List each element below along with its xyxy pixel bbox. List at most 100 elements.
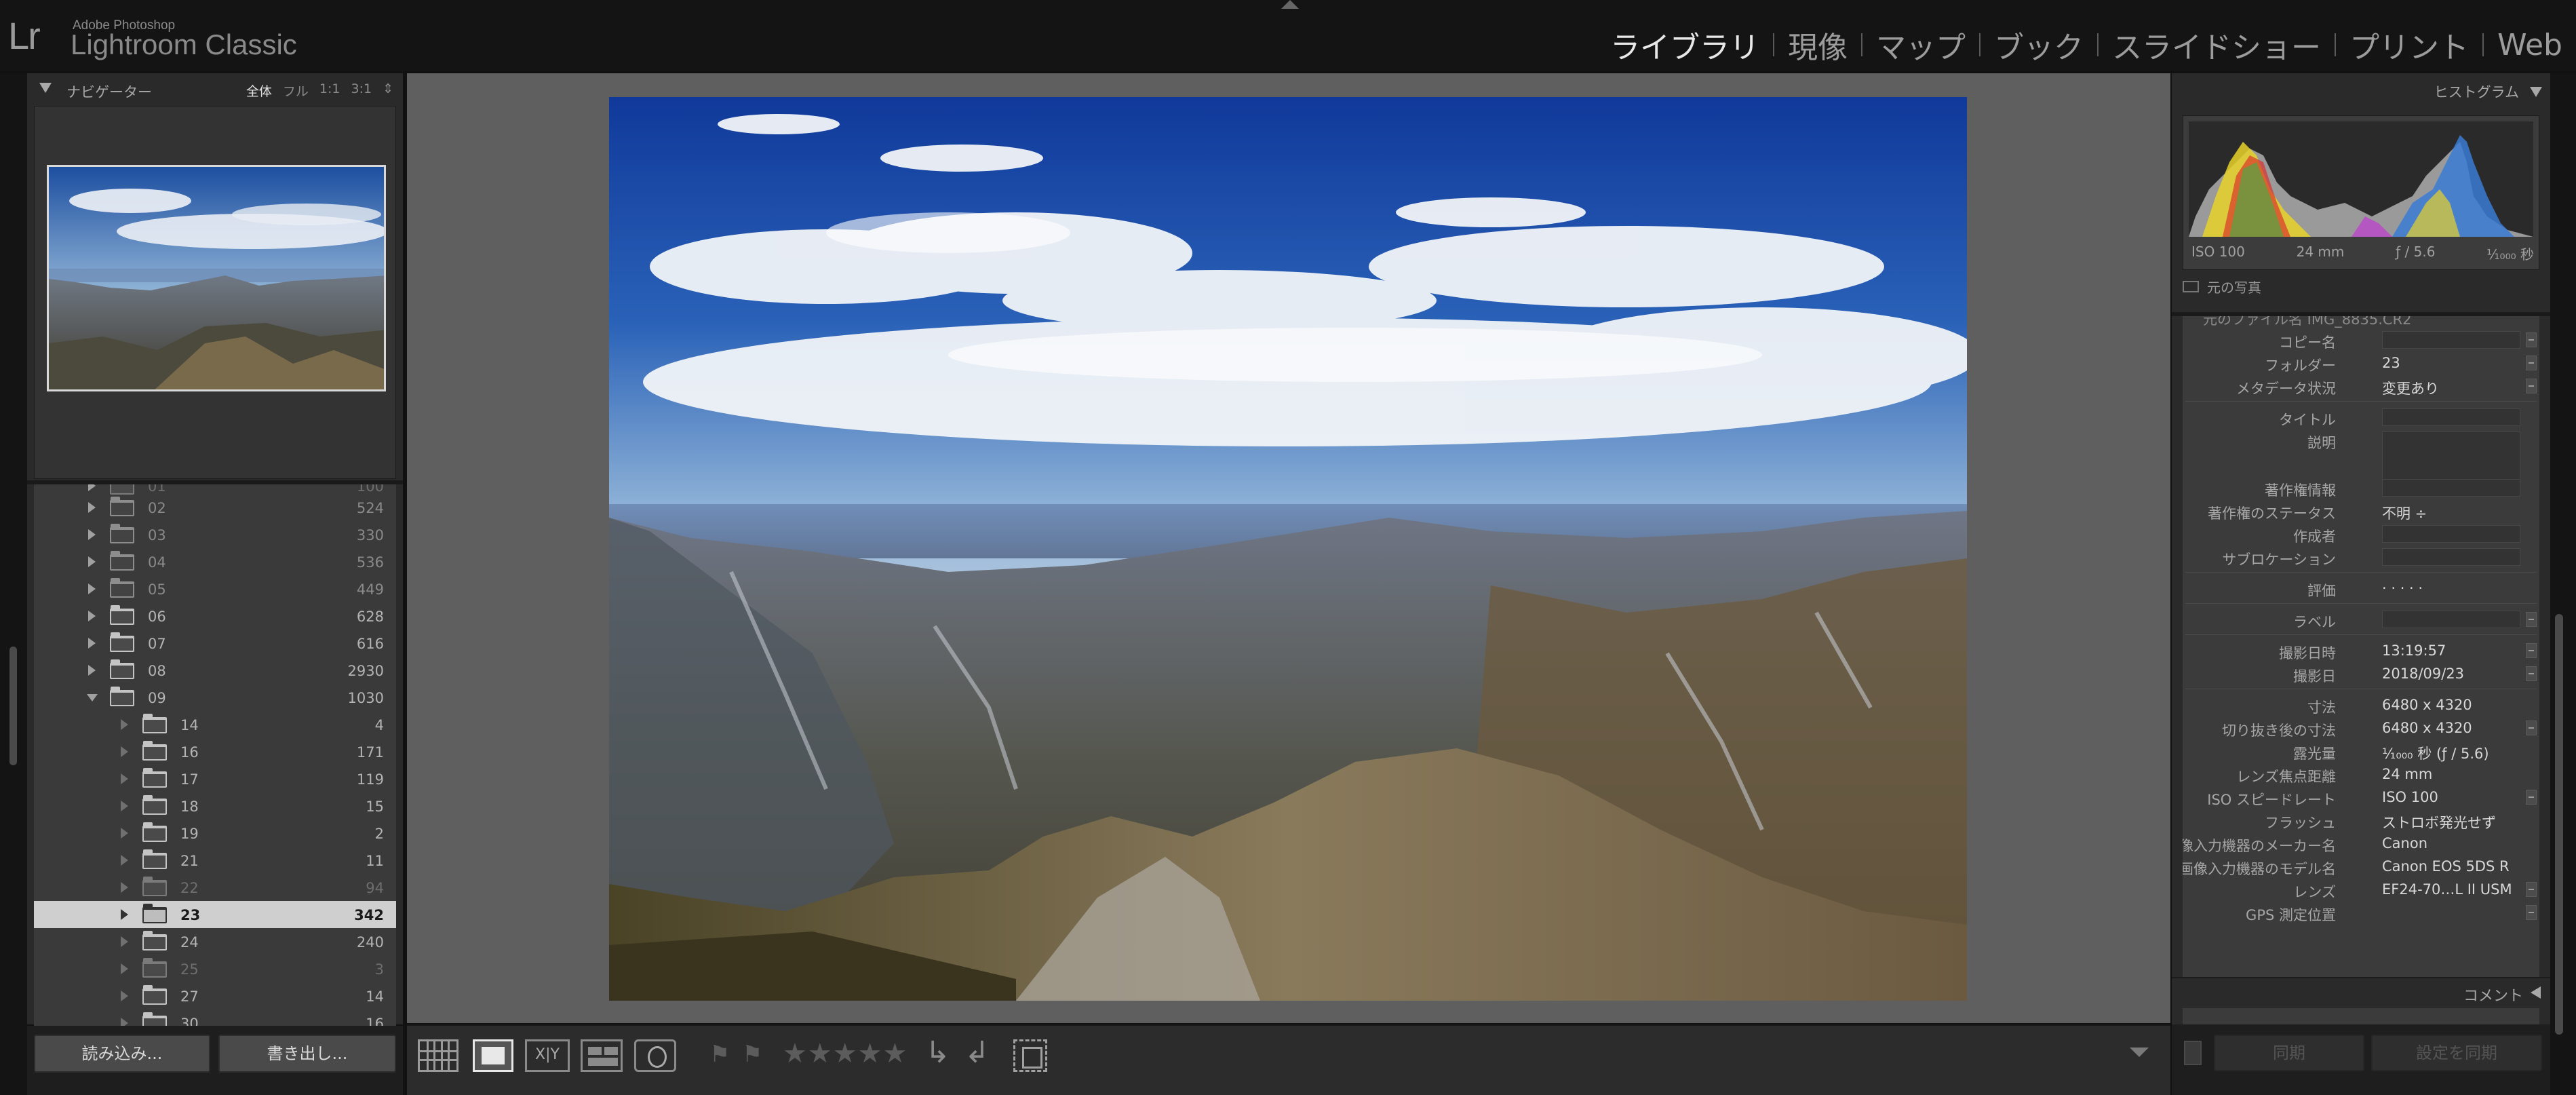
metadata-field[interactable] [2382, 479, 2520, 497]
module-print[interactable]: プリント [2336, 23, 2482, 66]
collapse-triangle-icon[interactable] [39, 83, 52, 93]
expand-triangle-icon[interactable] [121, 828, 128, 839]
metadata-field[interactable] [2382, 548, 2520, 566]
checkbox-icon[interactable] [2183, 281, 2199, 292]
histogram-graph[interactable] [2189, 121, 2533, 237]
expand-triangle-icon[interactable] [88, 665, 96, 676]
module-book[interactable]: ブック [1980, 23, 2097, 66]
folder-row[interactable]: 19 2 [34, 820, 396, 847]
metadata-action-button[interactable] [2526, 332, 2537, 347]
expand-triangle-icon[interactable] [121, 719, 128, 730]
metadata-field[interactable] [2382, 408, 2520, 426]
navigator-header[interactable]: ナビゲーター 全体 フル 1:1 3:1 ⇕ [27, 73, 403, 106]
main-photo[interactable] [609, 97, 1967, 1001]
metadata-field[interactable] [2382, 331, 2520, 349]
zoom-fit[interactable]: 全体 [246, 81, 272, 100]
left-panel-toggle[interactable] [9, 647, 17, 765]
folder-row[interactable]: 05 449 [34, 575, 396, 602]
folder-row[interactable]: 21 11 [34, 847, 396, 874]
expand-triangle-icon[interactable] [121, 773, 128, 784]
expand-triangle-icon[interactable] [121, 801, 128, 811]
crop-overlay-icon[interactable] [1013, 1039, 1047, 1072]
metadata-action-button[interactable] [2526, 666, 2537, 681]
expand-triangle-icon[interactable] [121, 855, 128, 866]
module-develop[interactable]: 現像 [1774, 23, 1861, 66]
folder-row-selected[interactable]: 23 342 [34, 901, 396, 928]
folder-row[interactable]: 14 4 [34, 711, 396, 738]
expand-triangle-icon[interactable] [88, 611, 96, 621]
expand-triangle-icon[interactable] [88, 638, 96, 649]
folder-row[interactable]: 17 119 [34, 765, 396, 792]
expand-triangle-icon[interactable] [121, 882, 128, 893]
collapse-top-panel-icon[interactable] [1281, 0, 1299, 9]
metadata-action-button[interactable] [2526, 379, 2537, 393]
metadata-action-button[interactable] [2526, 905, 2537, 920]
right-panel-scrollbar[interactable] [2555, 614, 2563, 1035]
metadata-action-button[interactable] [2526, 790, 2537, 805]
collapse-triangle-icon[interactable] [87, 694, 98, 702]
folder-row[interactable]: 22 94 [34, 874, 396, 901]
folder-row[interactable]: 24 240 [34, 928, 396, 955]
expand-triangle-icon[interactable] [121, 936, 128, 947]
grid-view-icon[interactable] [418, 1039, 458, 1072]
expand-triangle-icon[interactable] [121, 991, 128, 1001]
sync-settings-button[interactable]: 設定を同期 [2371, 1035, 2542, 1071]
folder-row[interactable]: 07 616 [34, 630, 396, 657]
folder-row[interactable]: 06 628 [34, 602, 396, 630]
survey-view-icon[interactable] [581, 1039, 623, 1072]
module-slideshow[interactable]: スライドショー [2099, 23, 2335, 66]
expand-triangle-icon[interactable] [2531, 986, 2541, 999]
toolbar-menu-chevron-icon[interactable] [2130, 1048, 2149, 1057]
expand-triangle-icon[interactable] [88, 502, 96, 513]
metadata-action-button[interactable] [2526, 882, 2537, 897]
sync-button[interactable]: 同期 [2214, 1035, 2364, 1071]
folder-row[interactable]: 25 3 [34, 955, 396, 982]
module-web[interactable]: Web [2484, 28, 2576, 62]
module-map[interactable]: マップ [1862, 23, 1979, 66]
histogram-header[interactable]: ヒストグラム [2434, 81, 2542, 102]
export-button[interactable]: 書き出し... [218, 1035, 396, 1073]
left-panel-edge[interactable] [0, 73, 27, 1095]
metadata-action-button[interactable] [2526, 721, 2537, 735]
expand-triangle-icon[interactable] [121, 909, 128, 920]
flag-reject-icon[interactable]: ⚑ [742, 1041, 762, 1073]
expand-triangle-icon[interactable] [121, 963, 128, 974]
metadata-field[interactable] [2382, 611, 2520, 628]
collapse-triangle-icon[interactable] [2530, 86, 2542, 97]
right-panel-edge[interactable] [2550, 73, 2576, 1095]
module-library[interactable]: ライブラリ [1597, 23, 1773, 66]
folder-row[interactable]: 02 524 [34, 494, 396, 521]
metadata-action-button[interactable] [2526, 643, 2537, 658]
folder-row[interactable]: 27 14 [34, 982, 396, 1010]
metadata-action-button[interactable] [2526, 612, 2537, 627]
folder-row[interactable]: 04 536 [34, 548, 396, 575]
people-view-icon[interactable] [634, 1039, 676, 1072]
comment-section-header[interactable]: コメント [2172, 977, 2550, 1008]
rotate-left-icon[interactable]: ↳ [925, 1035, 952, 1070]
original-photo-toggle[interactable]: 元の写真 [2183, 277, 2261, 296]
expand-triangle-icon[interactable] [88, 583, 96, 594]
zoom-1-1[interactable]: 1:1 [319, 81, 340, 100]
expand-triangle-icon[interactable] [88, 484, 96, 491]
folder-row[interactable]: 03 330 [34, 521, 396, 548]
expand-triangle-icon[interactable] [121, 746, 128, 757]
folder-row[interactable]: 18 15 [34, 792, 396, 820]
sync-toggle-switch[interactable] [2184, 1041, 2202, 1065]
import-button[interactable]: 読み込み... [34, 1035, 210, 1073]
folder-row[interactable]: 16 171 [34, 738, 396, 765]
folder-row[interactable]: 08 2930 [34, 657, 396, 684]
flag-pick-icon[interactable]: ⚑ [709, 1041, 730, 1073]
metadata-action-button[interactable] [2526, 356, 2537, 370]
zoom-fill[interactable]: フル [283, 81, 309, 100]
expand-triangle-icon[interactable] [88, 556, 96, 567]
compare-view-icon[interactable]: X|Y [525, 1039, 570, 1072]
folder-row[interactable]: 30 16 [34, 1010, 396, 1027]
zoom-3-1[interactable]: 3:1 [351, 81, 372, 100]
navigator-thumbnail[interactable] [47, 165, 386, 391]
rotate-right-icon[interactable]: ↲ [964, 1035, 992, 1070]
metadata-field[interactable] [2382, 525, 2520, 543]
zoom-more-icon[interactable]: ⇕ [383, 81, 393, 100]
star-rating[interactable]: ★★★★★ [783, 1038, 907, 1071]
expand-triangle-icon[interactable] [88, 529, 96, 540]
folder-row[interactable]: 09 1030 [34, 684, 396, 711]
